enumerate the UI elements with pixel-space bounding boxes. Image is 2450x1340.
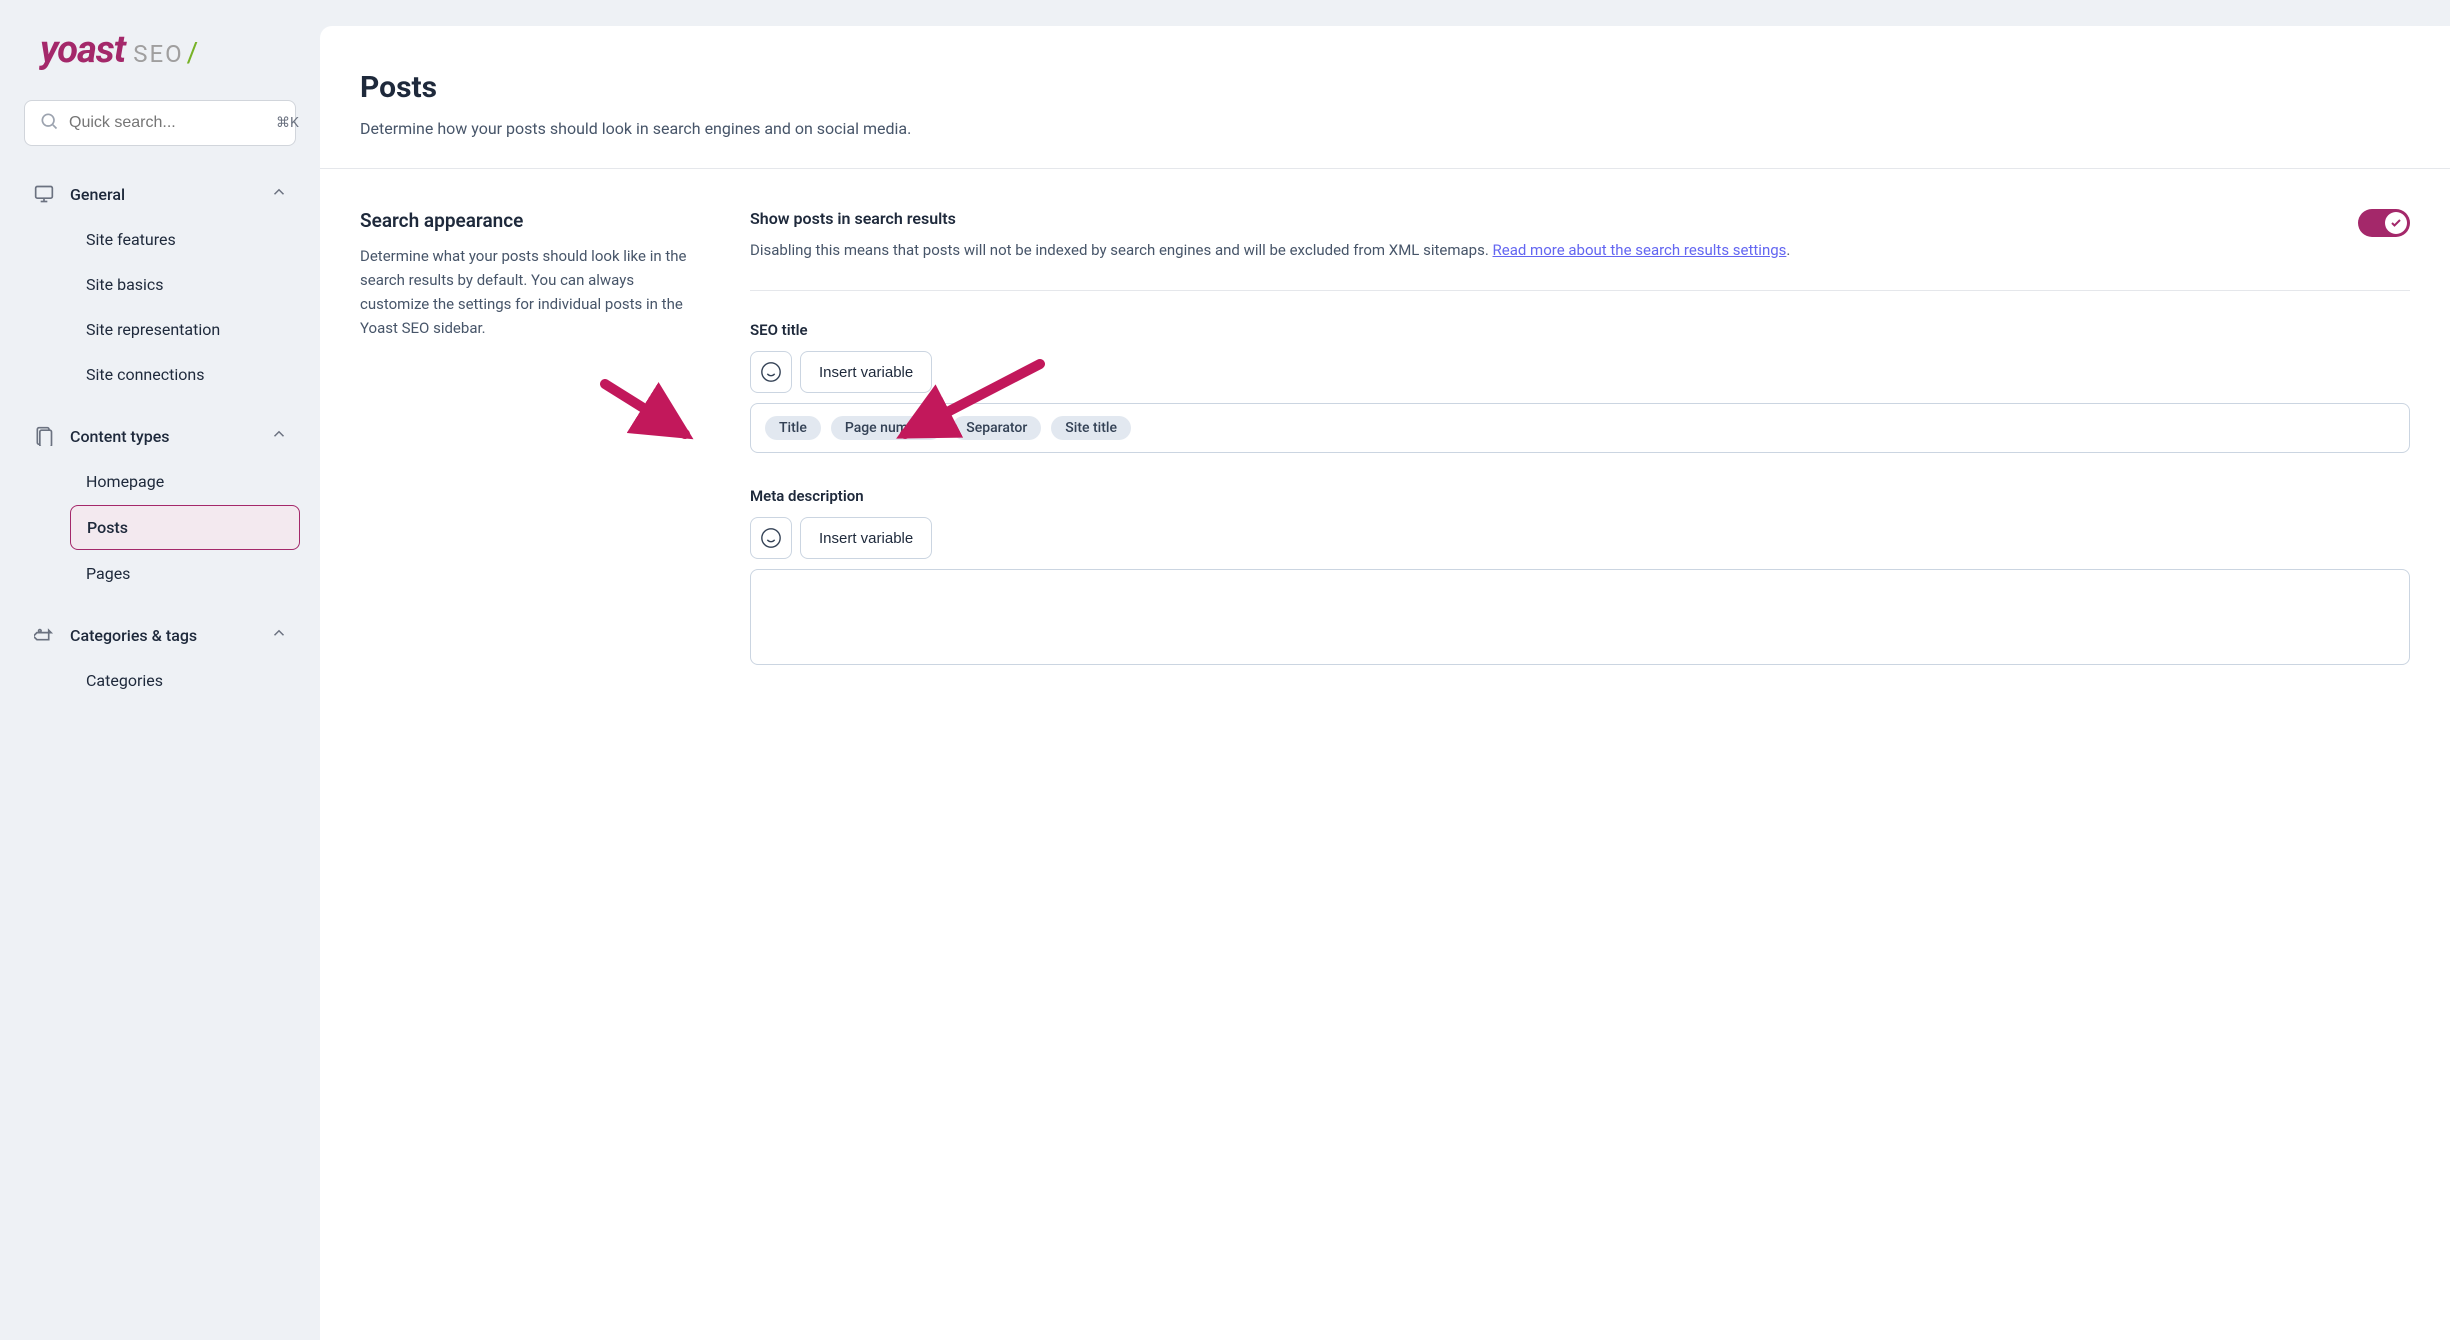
nav-section-general: General Site features Site basics Site r… (20, 172, 300, 396)
nav-header-label: Content types (70, 427, 270, 446)
search-icon (39, 111, 59, 135)
logo-yoast: yoast (40, 28, 125, 72)
seo-title-label: SEO title (750, 321, 2410, 339)
main-header: Posts Determine how your posts should lo… (320, 26, 2450, 169)
chevron-up-icon (270, 425, 288, 447)
seo-title-input[interactable]: Title Page number Separator Site title (750, 403, 2410, 453)
toggle-knob (2385, 212, 2407, 234)
nav-header-label: General (70, 185, 270, 204)
nav-header-content-types[interactable]: Content types (20, 414, 300, 458)
smile-icon (760, 527, 782, 549)
setting-desc-prefix: Disabling this means that posts will not… (750, 241, 1493, 259)
sidebar-item-site-connections[interactable]: Site connections (70, 353, 300, 396)
chevron-up-icon (270, 624, 288, 646)
nav-section-content-types: Content types Homepage Posts Pages (20, 414, 300, 595)
logo-slash: / (187, 36, 199, 69)
sidebar-item-site-representation[interactable]: Site representation (70, 308, 300, 351)
setting-show-in-search: Show posts in search results Disabling t… (750, 209, 2410, 291)
emoji-button[interactable] (750, 351, 792, 393)
sidebar-item-site-basics[interactable]: Site basics (70, 263, 300, 306)
sidebar-item-homepage[interactable]: Homepage (70, 460, 300, 503)
toggle-show-in-search[interactable] (2358, 209, 2410, 237)
sidebar-item-categories[interactable]: Categories (70, 659, 300, 702)
variable-pill[interactable]: Page number (831, 416, 942, 440)
search-shortcut: ⌘K (276, 115, 299, 131)
emoji-button[interactable] (750, 517, 792, 559)
logo-seo: SEO (133, 40, 183, 68)
field-meta-description: Meta description Insert variable (750, 487, 2410, 665)
monitor-icon (32, 182, 56, 206)
setting-title: Show posts in search results (750, 209, 2318, 228)
meta-desc-label: Meta description (750, 487, 2410, 505)
section-title: Search appearance (360, 209, 690, 232)
meta-desc-input[interactable] (750, 569, 2410, 665)
main: Posts Determine how your posts should lo… (320, 26, 2450, 1340)
insert-variable-button[interactable]: Insert variable (800, 517, 932, 559)
nav-header-label: Categories & tags (70, 626, 270, 645)
smile-icon (760, 361, 782, 383)
sidebar-item-site-features[interactable]: Site features (70, 218, 300, 261)
sidebar-item-posts[interactable]: Posts (70, 505, 300, 550)
document-icon (32, 424, 56, 448)
nav-section-categories-tags: Categories & tags Categories (20, 613, 300, 702)
tag-icon (32, 623, 56, 647)
search-input[interactable] (69, 114, 276, 132)
page-subtitle: Determine how your posts should look in … (360, 119, 2410, 138)
settings-column: Show posts in search results Disabling t… (750, 209, 2410, 699)
setting-desc-suffix: . (1786, 241, 1790, 259)
content: Search appearance Determine what your po… (320, 169, 2450, 739)
nav-header-general[interactable]: General (20, 172, 300, 216)
sidebar: yoast SEO / ⌘K General Site fe (0, 0, 320, 1340)
setting-desc-link[interactable]: Read more about the search results setti… (1493, 241, 1787, 259)
sidebar-item-pages[interactable]: Pages (70, 552, 300, 595)
chevron-up-icon (270, 183, 288, 205)
variable-pill[interactable]: Title (765, 416, 821, 440)
section-desc: Determine what your posts should look li… (360, 244, 690, 340)
variable-pill[interactable]: Separator (952, 416, 1041, 440)
insert-variable-button[interactable]: Insert variable (800, 351, 932, 393)
variable-pill[interactable]: Site title (1051, 416, 1131, 440)
nav-header-categories-tags[interactable]: Categories & tags (20, 613, 300, 657)
logo: yoast SEO / (20, 28, 300, 72)
field-seo-title: SEO title Insert variable Title Page num… (750, 321, 2410, 453)
search-box[interactable]: ⌘K (24, 100, 296, 146)
section-intro: Search appearance Determine what your po… (360, 209, 690, 699)
page-title: Posts (360, 70, 2410, 105)
check-icon (2390, 217, 2402, 229)
setting-desc: Disabling this means that posts will not… (750, 238, 2318, 262)
